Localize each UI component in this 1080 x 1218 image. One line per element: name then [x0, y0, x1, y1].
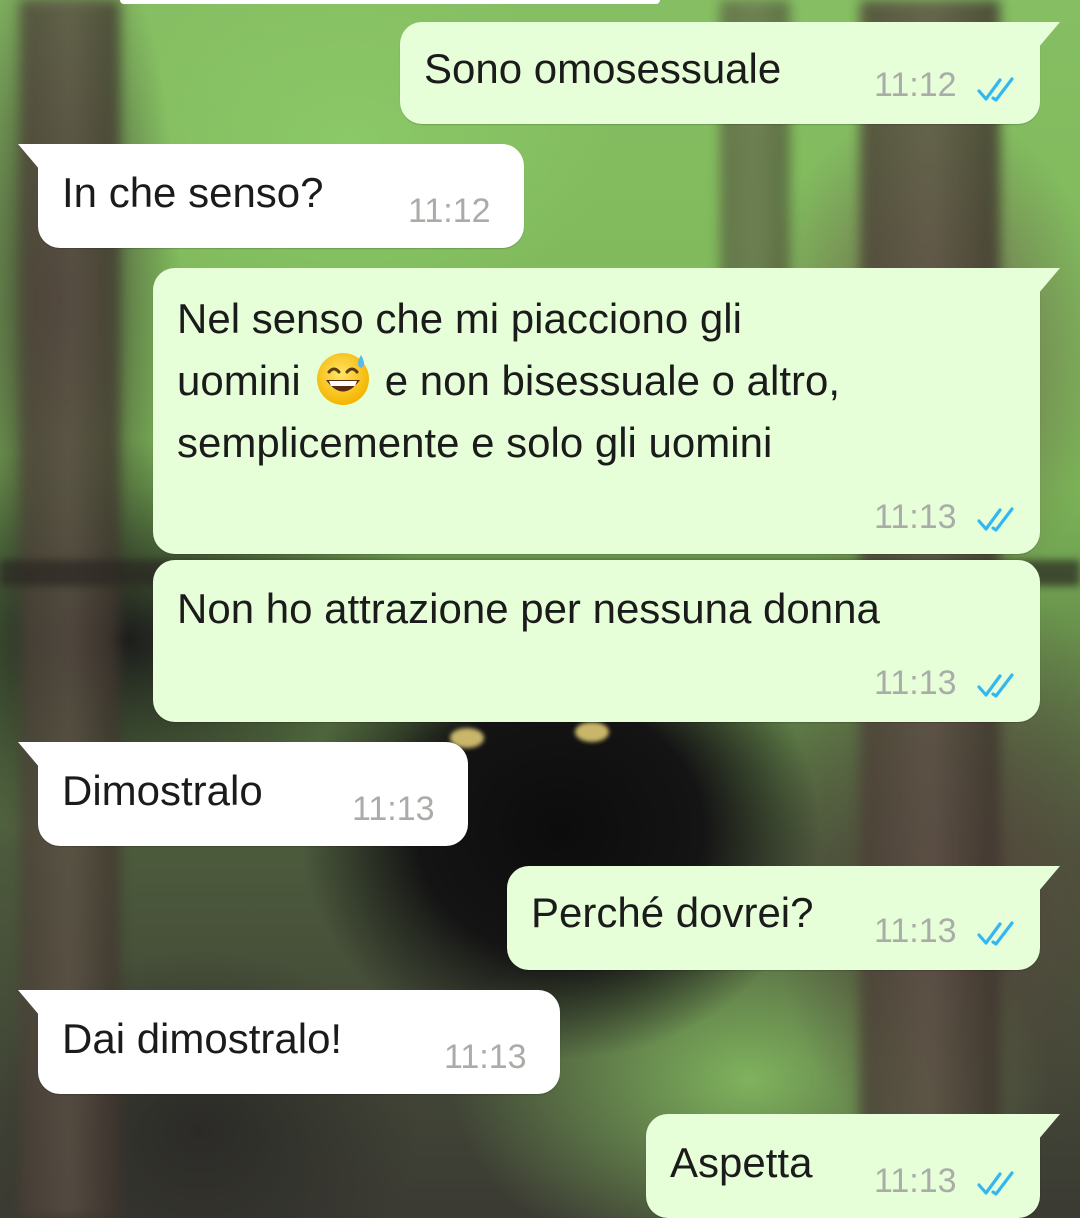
message-time: 11:12	[874, 66, 957, 104]
message-text: Sono omosessuale	[424, 45, 782, 92]
message-time: 11:13	[874, 664, 957, 702]
previous-message-edge	[120, 0, 660, 4]
double-check-icon	[977, 77, 1014, 102]
outgoing-message-bubble[interactable]: Non ho attrazione per nessuna donna 11:1…	[153, 560, 1040, 722]
double-check-icon	[977, 1171, 1014, 1196]
double-check-icon	[977, 921, 1014, 946]
message-text: Nel senso che mi piacciono gli uomini e …	[177, 288, 840, 474]
message-time: 11:13	[874, 912, 957, 950]
message-text: Aspetta	[670, 1139, 813, 1186]
message-text: Dai dimostralo!	[62, 1015, 343, 1062]
message-time: 11:13	[874, 498, 957, 536]
grinning-face-with-sweat-emoji	[316, 353, 369, 405]
double-check-icon	[977, 673, 1014, 698]
double-check-icon	[977, 507, 1014, 532]
message-text: Perché dovrei?	[531, 889, 814, 936]
outgoing-message-bubble[interactable]: Perché dovrei? 11:13	[507, 866, 1060, 970]
outgoing-message-bubble[interactable]: Sono omosessuale 11:12	[400, 22, 1060, 124]
outgoing-message-bubble[interactable]: Aspetta 11:13	[646, 1114, 1060, 1218]
message-time: 11:13	[444, 1038, 527, 1076]
message-list[interactable]: Sono omosessuale 11:12 In che senso? 11:…	[0, 0, 1080, 1218]
incoming-message-bubble[interactable]: Dimostralo 11:13	[18, 742, 468, 846]
message-text: In che senso?	[62, 169, 324, 216]
message-time: 11:12	[408, 192, 491, 230]
incoming-message-bubble[interactable]: Dai dimostralo! 11:13	[18, 990, 560, 1094]
incoming-message-bubble[interactable]: In che senso? 11:12	[18, 144, 524, 248]
outgoing-message-bubble[interactable]: Nel senso che mi piacciono gli uomini e …	[153, 268, 1060, 554]
message-text: Dimostralo	[62, 767, 263, 814]
message-text: Non ho attrazione per nessuna donna	[177, 585, 880, 632]
message-time: 11:13	[352, 790, 435, 828]
message-time: 11:13	[874, 1162, 957, 1200]
